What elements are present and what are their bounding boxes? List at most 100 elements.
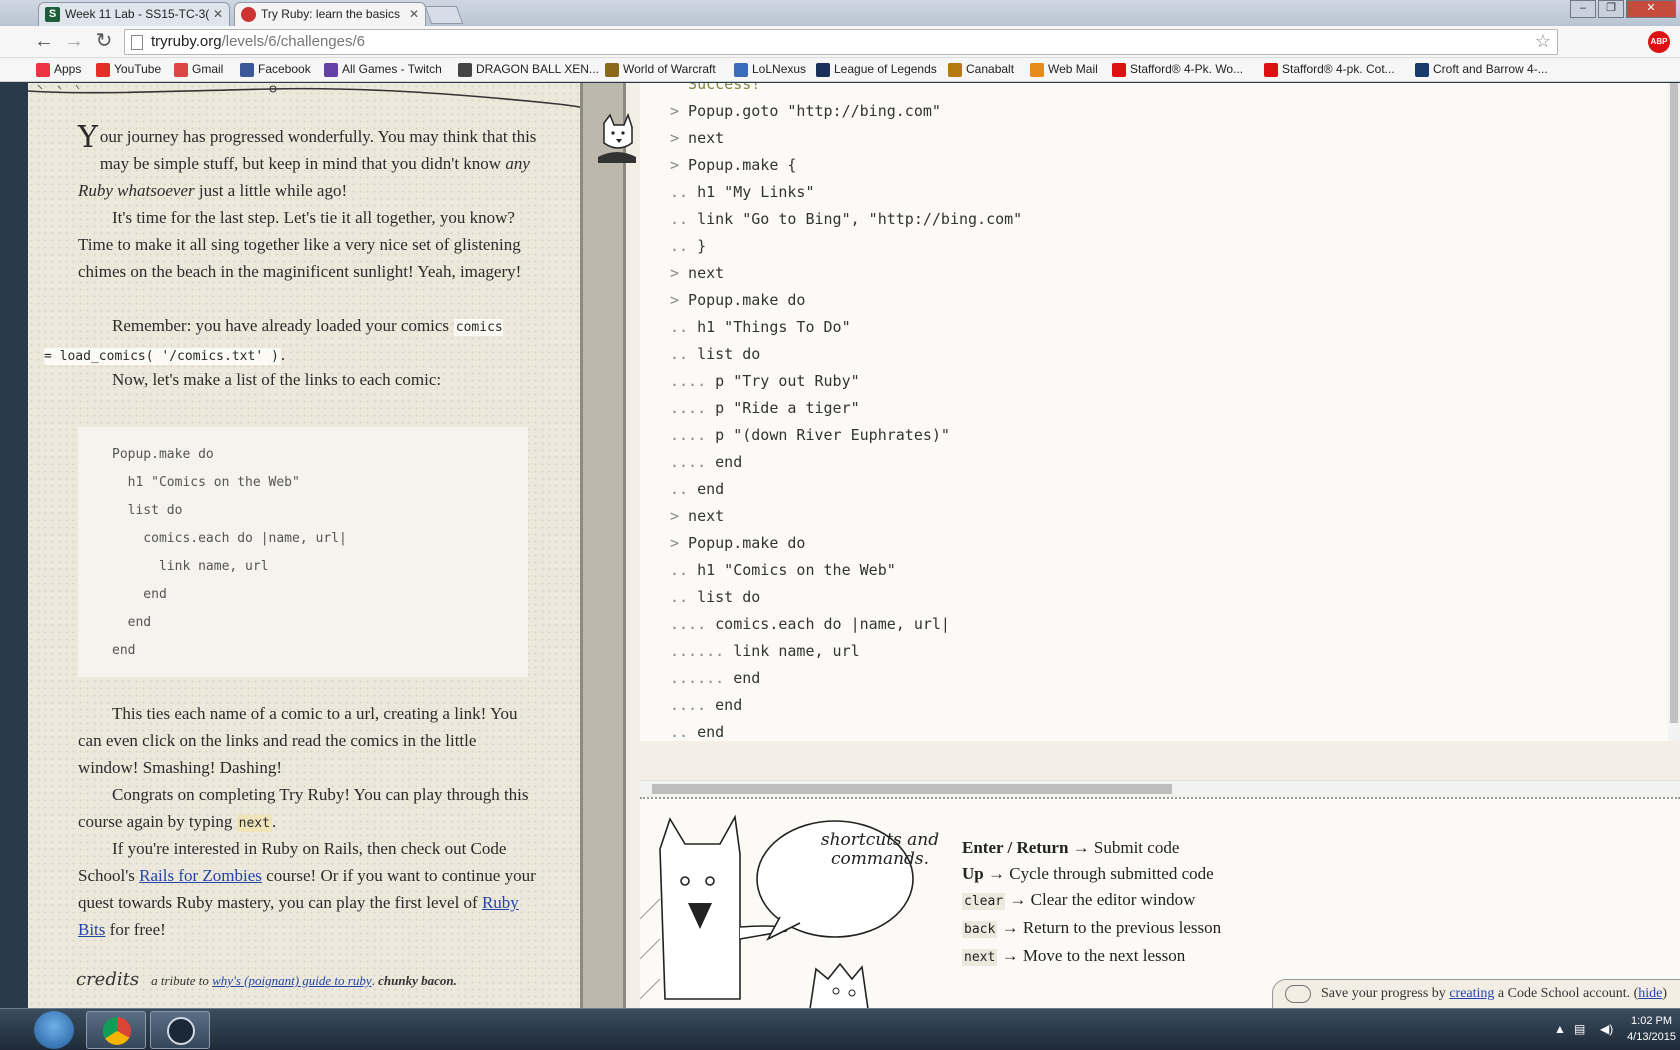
console-line: .... comics.each do |name, url|	[670, 615, 950, 633]
console-line: .. h1 "Things To Do"	[670, 318, 851, 336]
console-text: link name, url	[724, 642, 860, 660]
console-line: .. h1 "My Links"	[670, 183, 815, 201]
console-prompt: ..	[670, 183, 689, 201]
console-line: .... p "Try out Ruby"	[670, 372, 860, 390]
console-line: .. end	[670, 480, 724, 498]
shortcut-key: Enter / Return	[962, 838, 1069, 857]
poignant-guide-link[interactable]: why's (poignant) guide to ruby	[212, 973, 372, 988]
code-line: link name, url	[112, 559, 269, 574]
close-tab-icon[interactable]: ✕	[213, 3, 223, 26]
forward-arrow-icon[interactable]: →	[62, 30, 86, 54]
bookmark-8[interactable]: League of Legends	[816, 61, 937, 79]
bookmark-1[interactable]: YouTube	[96, 61, 161, 79]
maximize-button[interactable]: ❐	[1598, 0, 1624, 18]
code-line: end	[112, 615, 152, 630]
start-button[interactable]	[34, 1011, 74, 1049]
inline-code-next: next	[236, 815, 272, 832]
code-line: end	[112, 643, 136, 658]
console-text: Popup.make {	[679, 156, 797, 174]
rails-for-zombies-link[interactable]: Rails for Zombies	[139, 866, 262, 885]
bookmark-5[interactable]: DRAGON BALL XEN...	[458, 61, 599, 79]
close-tab-icon[interactable]: ✕	[409, 3, 419, 26]
drop-cap: Y	[78, 120, 98, 155]
url-text[interactable]: tryruby.org/levels/6/challenges/6	[151, 33, 365, 50]
gmail-icon	[174, 63, 188, 77]
bookmark-4[interactable]: All Games - Twitch	[324, 61, 442, 79]
hide-link[interactable]: hide	[1638, 986, 1662, 1001]
tray-expand-icon[interactable]: ▲	[1554, 1022, 1566, 1036]
windows-taskbar: ▲ ▤ ◀) 1:02 PM 4/13/2015	[0, 1008, 1680, 1050]
bookmark-10[interactable]: Web Mail	[1030, 61, 1098, 79]
back-arrow-icon[interactable]: ←	[32, 30, 56, 54]
bookmark-2[interactable]: Gmail	[174, 61, 223, 79]
network-icon[interactable]: ▤	[1574, 1022, 1585, 1036]
system-clock[interactable]: 1:02 PM 4/13/2015	[1627, 1013, 1676, 1045]
bookmark-label: All Games - Twitch	[342, 62, 442, 76]
tab-label: Try Ruby: learn the basics	[261, 7, 400, 21]
console-horizontal-scrollbar[interactable]	[640, 780, 1680, 796]
bookmark-3[interactable]: Facebook	[240, 61, 311, 79]
lesson-text: for free!	[105, 920, 166, 939]
console-prompt: ......	[670, 642, 725, 660]
reload-icon[interactable]: ↻	[92, 30, 116, 54]
bookmark-11[interactable]: Stafford® 4-Pk. Wo...	[1112, 61, 1243, 79]
bookmark-6[interactable]: World of Warcraft	[605, 61, 716, 79]
bookmark-0[interactable]: Apps	[36, 61, 81, 79]
code-line: comics.each do |name, url|	[112, 531, 347, 546]
console-line: .. list do	[670, 588, 760, 606]
shortcut-description: → Cycle through submitted code	[987, 864, 1214, 883]
shortcut-description: → Clear the editor window	[1009, 890, 1196, 909]
shortcuts-help-panel: shortcuts and commands. Enter / Return →…	[640, 797, 1680, 1008]
volume-icon[interactable]: ◀)	[1600, 1022, 1613, 1036]
credits-line: credits a tribute to why's (poignant) gui…	[76, 969, 457, 990]
lesson-text: Remember: you have already loaded your c…	[112, 316, 484, 335]
url-host: tryruby.org	[151, 33, 222, 50]
apps-grid-icon	[36, 63, 50, 77]
bookmark-label: Stafford® 4-pk. Cot...	[1282, 62, 1395, 76]
taskbar-steam[interactable]	[150, 1011, 210, 1049]
bookmark-12[interactable]: Stafford® 4-pk. Cot...	[1264, 61, 1395, 79]
console-line: > Popup.goto "http://bing.com"	[670, 102, 941, 120]
close-window-button[interactable]: ✕	[1626, 0, 1676, 18]
tab-week11-lab[interactable]: S Week 11 Lab - SS15-TC-3( ✕	[38, 2, 230, 26]
warcraft-icon	[605, 63, 619, 77]
bookmark-label: Facebook	[258, 62, 311, 76]
address-bar[interactable]: tryruby.org/levels/6/challenges/6 ☆	[124, 29, 1558, 55]
cloud-upload-icon	[1285, 985, 1311, 1003]
lesson-text: our journey has progressed wonderfully. …	[99, 127, 537, 173]
creating-account-link[interactable]: creating	[1449, 986, 1494, 1001]
console-prompt: >	[670, 534, 680, 552]
shortcut-row: back → Return to the previous lesson	[962, 915, 1221, 943]
taskbar-chrome[interactable]	[86, 1011, 146, 1049]
console-prompt: ..	[670, 237, 689, 255]
bookmark-13[interactable]: Croft and Barrow 4-...	[1415, 61, 1548, 79]
console-line: > Popup.make do	[670, 291, 805, 309]
lesson-text: just a little while ago!	[194, 181, 348, 200]
console-vertical-scrollbar[interactable]	[1668, 83, 1680, 741]
bookmark-7[interactable]: LoLNexus	[734, 61, 806, 79]
console-prompt: ....	[670, 696, 707, 714]
bookmark-9[interactable]: Canabalt	[948, 61, 1014, 79]
bookmark-label: DRAGON BALL XEN...	[476, 62, 599, 76]
console-prompt: ..	[670, 588, 689, 606]
shortcut-key: next	[962, 949, 998, 966]
bookmark-label: Gmail	[192, 62, 224, 76]
minimize-button[interactable]: –	[1570, 0, 1596, 18]
new-tab-button[interactable]	[424, 6, 464, 24]
lesson-paragraph-ties: This ties each name of a comic to a url,…	[78, 704, 518, 777]
console-line: .. h1 "Comics on the Web"	[670, 561, 896, 579]
scrollbar-thumb[interactable]	[652, 784, 1172, 794]
ruby-console[interactable]: Success! > Popup.goto "http://bing.com" > …	[640, 83, 1680, 741]
shortcut-description: → Move to the next lesson	[1001, 946, 1186, 965]
webmail-icon	[1030, 63, 1044, 77]
panel-divider[interactable]	[580, 83, 626, 1008]
console-prompt: ....	[670, 399, 707, 417]
console-line: .... end	[670, 453, 742, 471]
adblock-plus-icon[interactable]: ABP	[1648, 31, 1670, 53]
youtube-icon	[96, 63, 110, 77]
bookmark-star-icon[interactable]: ☆	[1535, 31, 1551, 52]
bookmark-label: Apps	[54, 62, 82, 76]
tab-try-ruby[interactable]: Try Ruby: learn the basics ✕	[234, 2, 426, 26]
console-prompt: >	[670, 156, 680, 174]
scrollbar-thumb[interactable]	[1670, 83, 1678, 723]
